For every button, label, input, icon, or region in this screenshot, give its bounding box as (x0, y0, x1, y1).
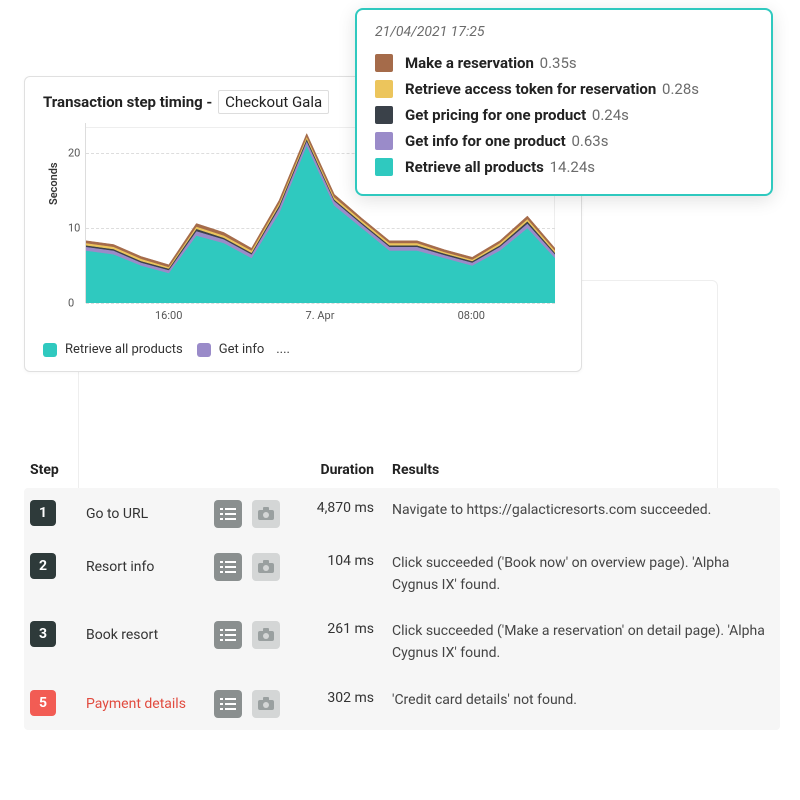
col-header-duration: Duration (296, 462, 392, 478)
step-name: Go to URL (86, 506, 204, 522)
tooltip-row: Get info for one product 0.63s (375, 128, 753, 154)
step-badge: 3 (30, 621, 56, 647)
tooltip-text: Retrieve access token for reservation 0.… (405, 80, 699, 98)
col-header-results: Results (392, 462, 774, 478)
chart-legend: Retrieve all products Get info .... (43, 342, 563, 357)
y-tick: 10 (68, 222, 80, 235)
step-result: 'Credit card details' not found. (392, 690, 774, 712)
step-badge: 1 (30, 500, 56, 526)
chart-title-prefix: Transaction step timing - (43, 93, 216, 111)
tooltip-text: Retrieve all products 14.24s (405, 158, 595, 176)
step-name: Resort info (86, 559, 204, 575)
step-name: Payment details (86, 696, 204, 712)
gridline (86, 303, 555, 304)
step-result: Click succeeded ('Book now' on overview … (392, 553, 774, 596)
y-tick: 20 (68, 147, 80, 160)
tooltip-text: Get pricing for one product 0.24s (405, 106, 629, 124)
x-axis-ticks: 16:007. Apr08:00 (85, 303, 555, 322)
tooltip-swatch (375, 132, 393, 150)
step-result: Navigate to https://galacticresorts.com … (392, 500, 774, 522)
legend-label: Retrieve all products (65, 342, 183, 357)
camera-icon[interactable] (252, 690, 280, 718)
x-tick: 08:00 (375, 309, 555, 322)
step-duration: 104 ms (296, 553, 392, 569)
camera-icon[interactable] (252, 621, 280, 649)
list-icon[interactable] (214, 690, 242, 718)
legend-ellipsis[interactable]: .... (276, 342, 290, 357)
tooltip-row: Retrieve access token for reservation 0.… (375, 76, 753, 102)
table-row: 3 Book resort 261 msClick succeeded ('Make… (24, 608, 780, 676)
tooltip-text: Get info for one product 0.63s (405, 132, 608, 150)
list-icon[interactable] (214, 553, 242, 581)
table-row: 2 Resort info 104 msClick succeeded ('Book… (24, 540, 780, 608)
tooltip-swatch (375, 106, 393, 124)
camera-icon[interactable] (252, 553, 280, 581)
list-icon[interactable] (214, 500, 242, 528)
step-badge: 5 (30, 690, 56, 716)
x-tick: 16:00 (85, 309, 265, 322)
legend-swatch (197, 343, 211, 357)
tooltip-row: Retrieve all products 14.24s (375, 154, 753, 180)
step-duration: 261 ms (296, 621, 392, 637)
tooltip-swatch (375, 54, 393, 72)
step-badge: 2 (30, 553, 56, 579)
col-header-step: Step (30, 462, 86, 478)
table-row: 5 Payment details 302 ms'Credit card detai… (24, 677, 780, 730)
y-tick: 0 (68, 297, 74, 310)
step-duration: 302 ms (296, 690, 392, 706)
chart-title-dropdown[interactable]: Checkout Gala (218, 90, 329, 114)
tooltip-row: Get pricing for one product 0.24s (375, 102, 753, 128)
legend-label: Get info (219, 342, 265, 357)
camera-icon[interactable] (252, 500, 280, 528)
tooltip-row: Make a reservation 0.35s (375, 50, 753, 76)
tooltip-timestamp: 21/04/2021 17:25 (375, 24, 753, 40)
tooltip-swatch (375, 158, 393, 176)
tooltip-swatch (375, 80, 393, 98)
step-duration: 4,870 ms (296, 500, 392, 516)
y-axis-label: Seconds (47, 162, 60, 205)
tooltip-text: Make a reservation 0.35s (405, 54, 577, 72)
step-result: Click succeeded ('Make a reservation' on… (392, 621, 774, 664)
list-icon[interactable] (214, 621, 242, 649)
table-header: Step Duration Results (24, 452, 780, 488)
legend-swatch (43, 343, 57, 357)
table-row: 1 Go to URL 4,870 msNavigate to https://ga… (24, 488, 780, 540)
step-name: Book resort (86, 627, 204, 643)
chart-tooltip: 21/04/2021 17:25 Make a reservation 0.35… (355, 8, 773, 196)
steps-table: Step Duration Results 1 Go to URL 4,870 ms… (24, 452, 780, 730)
x-tick: 7. Apr (265, 309, 375, 322)
